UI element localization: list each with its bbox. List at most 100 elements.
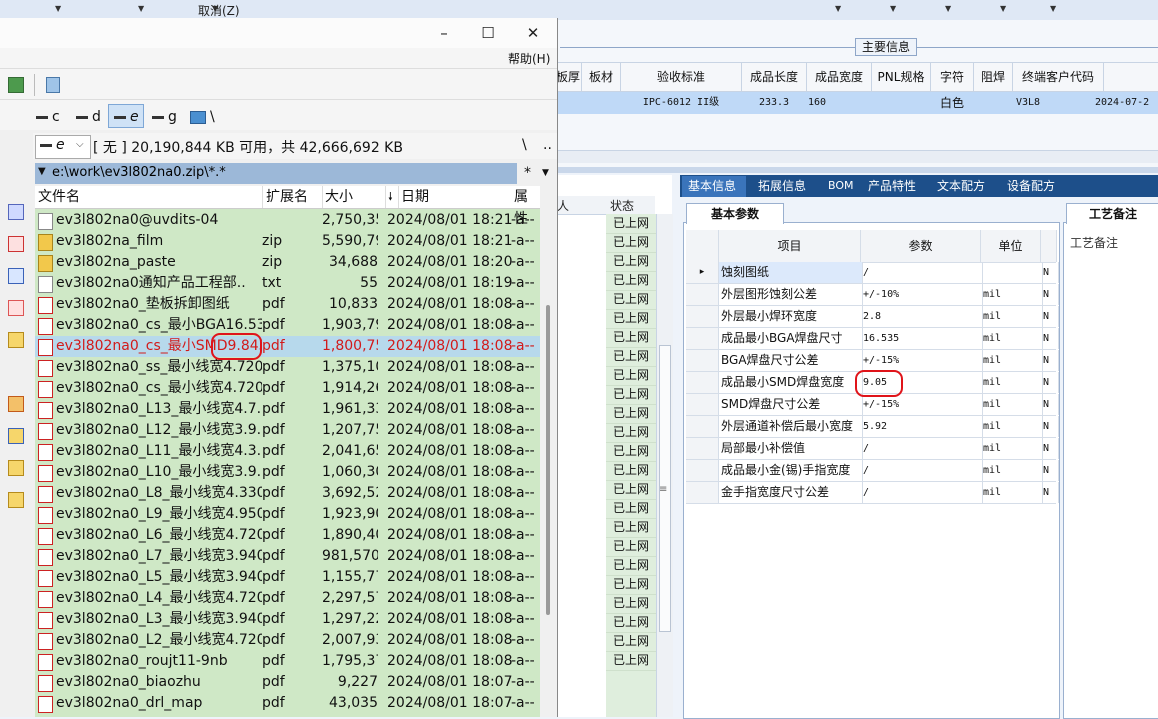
col-board-thickness[interactable]: 板厚 [555, 63, 582, 91]
param-row[interactable]: ▸ 蚀刻图纸 / N [686, 262, 1059, 284]
root-button[interactable]: \ [522, 137, 527, 153]
file-row[interactable]: ev3l802na0_L8_最小线宽4.330pdf 3,692,529 2024/… [35, 483, 540, 504]
file-row[interactable]: ev3l802na0_ss_最小线宽4.720pdf 1,375,108 2024/… [35, 357, 540, 378]
find-icon[interactable] [8, 204, 24, 220]
gift-icon[interactable] [8, 396, 24, 412]
param-row[interactable]: 外层最小焊环宽度 2.8 mil N [686, 306, 1059, 328]
col-finished-length[interactable]: 成品长度 [742, 63, 807, 91]
param-row[interactable]: BGA焊盘尺寸公差 +/-15% mil N [686, 350, 1059, 372]
param-value[interactable]: 2.8 [861, 306, 983, 327]
file-row[interactable]: ev3l802na0_L4_最小线宽4.720pdf 2,297,570 2024/… [35, 588, 540, 609]
refresh-icon[interactable] [8, 77, 24, 93]
tab-product-features[interactable]: 产品特性 [868, 175, 916, 197]
param-value[interactable]: +/-15% [861, 350, 983, 371]
file-row[interactable]: ev3l802na0_垫板拆卸图纸 pdf 10,833 2024/08/01 18:… [35, 294, 540, 315]
col-extension[interactable]: 扩展名 [266, 186, 323, 208]
col-silkscreen[interactable]: 字符 [931, 63, 974, 91]
col-item[interactable]: 项目 [719, 230, 861, 262]
col-finished-width[interactable]: 成品宽度 [807, 63, 872, 91]
col-end-customer-code[interactable]: 终端客户代码 [1013, 63, 1104, 91]
dropdown-arrow-icon[interactable]: ▼ [1000, 4, 1006, 13]
file-row[interactable]: ev3l802na0@uvdits-04 2,750,359 2024/08/01 … [35, 210, 540, 231]
dropdown-arrow-icon[interactable]: ▼ [835, 4, 841, 13]
col-attributes[interactable]: 属性 [514, 186, 540, 227]
param-row[interactable]: SMD焊盘尺寸公差 +/-15% mil N [686, 394, 1059, 416]
main-info-hscrollbar[interactable] [555, 150, 1158, 163]
file-row[interactable]: ev3l802na0_cs_最小BGA16.535pdf1,903,799202… [35, 315, 540, 336]
file-row[interactable]: ev3l802na0_L2_最小线宽4.720pdf 2,007,936 2024/… [35, 630, 540, 651]
network-drive[interactable]: \ [190, 107, 215, 127]
help-menu[interactable]: 帮助(H) [508, 50, 550, 67]
file-row[interactable]: ev3l802na0_cs_最小线宽4.720pdf 1,914,267 2024/… [35, 378, 540, 399]
col-filename[interactable]: 文件名 [38, 186, 263, 208]
tab-equipment-recipe[interactable]: 设备配方 [1007, 175, 1055, 197]
drive-select[interactable]: e ⌵ [35, 135, 91, 159]
file-row[interactable]: ev3l802na0_biaozhu pdf 9,227 2024/08/01 18:… [35, 672, 540, 693]
tab-craft-notes[interactable]: 工艺备注 [1066, 203, 1158, 224]
tab-bom[interactable]: BOM [828, 175, 854, 197]
param-value[interactable]: +/-15% [861, 394, 983, 415]
file-row[interactable]: ev3l802na0_L11_最小线宽4.3..pdf 2,041,658 2024… [35, 441, 540, 462]
dropdown-arrow-icon[interactable]: ▼ [890, 4, 896, 13]
param-value[interactable]: +/-10% [861, 284, 983, 305]
file-row[interactable]: ev3l802na0_L12_最小线宽3.9..pdf 1,207,750 2024… [35, 420, 540, 441]
col-status[interactable]: 状态 [610, 197, 634, 214]
drive-d[interactable]: d [76, 107, 101, 127]
file-row[interactable]: ev3l802na0_drl_map pdf 43,035 2024/08/01 18… [35, 693, 540, 714]
file-row[interactable]: ev3l802na0_L5_最小线宽3.940pdf 1,155,770 2024/… [35, 567, 540, 588]
main-info-row[interactable]: IPC-6012 II级 233.3 160 白色 V3L8 2024-07-2 [555, 92, 1158, 114]
folder-icon[interactable] [8, 492, 24, 508]
file-list-scroll-thumb[interactable] [546, 305, 550, 615]
dropdown-arrow-icon[interactable]: ▼ [542, 168, 549, 178]
file-row[interactable]: ev3l802na_film zip 5,590,794 2024/08/01 18:… [35, 231, 540, 252]
folder-icon[interactable] [8, 460, 24, 476]
minimize-icon[interactable]: – [430, 20, 458, 46]
param-row[interactable]: 外层图形蚀刻公差 +/-10% mil N [686, 284, 1059, 306]
history-arrow-icon[interactable]: ▼ [38, 166, 46, 177]
file-row[interactable]: ev3l802na0_L10_最小线宽3.9..pdf 1,060,304 2024… [35, 462, 540, 483]
file-row[interactable]: ev3l802na0_cs_最小SMD9.843pdf1,800,7522024… [35, 336, 540, 357]
maximize-icon[interactable]: ☐ [474, 20, 502, 46]
file-row[interactable]: ev3l802na_paste zip 34,688 2024/08/01 18:20… [35, 252, 540, 273]
copy-icon[interactable] [8, 268, 24, 284]
folder-icon[interactable] [8, 332, 24, 348]
panel-splitter[interactable] [555, 167, 1158, 173]
col-size[interactable]: 大小 [325, 186, 386, 208]
close-icon[interactable]: ✕ [519, 20, 547, 46]
col-pnl-spec[interactable]: PNL规格 [872, 63, 931, 91]
dropdown-arrow-icon[interactable]: ▼ [945, 4, 951, 13]
filter-star[interactable]: * [524, 165, 531, 181]
parent-button[interactable]: .. [543, 137, 552, 153]
notebook-icon[interactable] [46, 77, 60, 93]
col-value[interactable]: 参数 [861, 230, 981, 262]
dropdown-arrow-icon[interactable]: ▼ [55, 4, 61, 13]
param-row[interactable]: 成品最小金(锡)手指宽度 / mil N [686, 460, 1059, 482]
param-value[interactable]: / [861, 262, 983, 283]
param-row[interactable]: 局部最小补偿值 / mil N [686, 438, 1059, 460]
drive-e[interactable]: e [114, 107, 139, 127]
new-folder-icon[interactable] [8, 428, 24, 444]
col-unit[interactable]: 单位 [981, 230, 1041, 262]
drive-c[interactable]: c [36, 107, 60, 127]
tab-basic-info[interactable]: 基本信息 [688, 175, 736, 197]
dropdown-arrow-icon[interactable]: ▼ [138, 4, 144, 13]
col-solder-mask[interactable]: 阻焊 [974, 63, 1013, 91]
col-acceptance-standard[interactable]: 验收标准 [621, 63, 742, 91]
file-row[interactable]: ev3l802na0_L9_最小线宽4.950pdf 1,923,908 2024/… [35, 504, 540, 525]
move-icon[interactable] [8, 300, 24, 316]
find-remove-icon[interactable] [8, 236, 24, 252]
param-value[interactable]: / [861, 482, 983, 503]
cancel-menu-item[interactable]: 取消(Z) [198, 2, 240, 19]
tab-text-recipe[interactable]: 文本配方 [937, 175, 985, 197]
file-row[interactable]: ev3l802na0_roujt11-9nb pdf 1,795,371 2024/0… [35, 651, 540, 672]
col-board-material[interactable]: 板材 [582, 63, 621, 91]
col-date[interactable]: 日期 [401, 186, 509, 208]
param-value[interactable]: / [861, 460, 983, 481]
drive-g[interactable]: g [152, 107, 177, 127]
param-row[interactable]: 外层通道补偿后最小宽度 5.92 mil N [686, 416, 1059, 438]
param-row[interactable]: 金手指宽度尺寸公差 / mil N [686, 482, 1059, 504]
param-value[interactable]: 5.92 [861, 416, 983, 437]
param-row[interactable]: 成品最小BGA焊盘尺寸 16.535 mil N [686, 328, 1059, 350]
file-row[interactable]: ev3l802na0_L13_最小线宽4.7..pdf 1,961,336 2024… [35, 399, 540, 420]
param-value[interactable]: 16.535 [861, 328, 983, 349]
